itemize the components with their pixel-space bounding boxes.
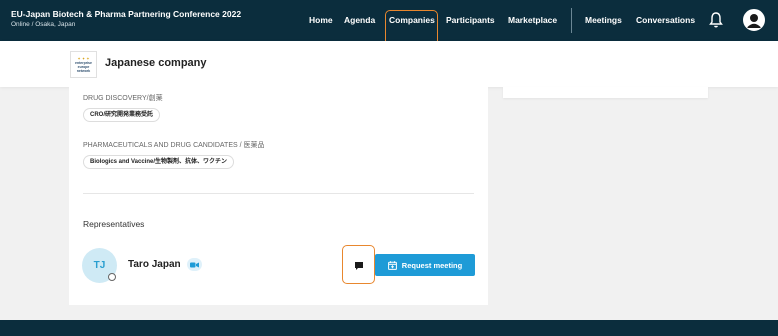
- nav-participants[interactable]: Participants: [446, 15, 495, 25]
- event-location: Online / Osaka, Japan: [11, 21, 76, 28]
- category-tag: Biologics and Vaccine/生物製剤、抗体、ワクチン: [83, 155, 235, 169]
- logo-line-3: network: [76, 68, 91, 73]
- category-tag: CRO/研究開発業務受託: [83, 108, 161, 122]
- representative-name[interactable]: Taro Japan: [128, 259, 181, 270]
- page-footer: [0, 320, 778, 336]
- nav-divider: [571, 8, 572, 33]
- event-title: EU-Japan Biotech & Pharma Partnering Con…: [11, 9, 242, 19]
- nav-home[interactable]: Home: [309, 15, 333, 25]
- request-meeting-button[interactable]: Request meeting: [375, 254, 475, 276]
- user-avatar-icon[interactable]: [743, 9, 765, 31]
- online-status-icon: [108, 273, 116, 281]
- section-divider: [83, 193, 474, 194]
- side-panel: [503, 87, 708, 98]
- representative-initials: TJ: [93, 260, 106, 271]
- nav-agenda[interactable]: Agenda: [344, 15, 375, 25]
- calendar-plus-icon: [387, 260, 397, 270]
- nav-conversations[interactable]: Conversations: [636, 15, 695, 25]
- representatives-title: Representatives: [83, 219, 145, 229]
- event-brand[interactable]: EU-Japan Biotech & Pharma Partnering Con…: [11, 9, 241, 30]
- chat-highlight-box: [342, 245, 375, 284]
- request-meeting-label: Request meeting: [401, 260, 463, 270]
- nav-meetings[interactable]: Meetings: [585, 15, 622, 25]
- company-name: Japanese company: [105, 57, 207, 69]
- category-label: PHARMACEUTICALS AND DRUG CANDIDATES / 医薬…: [83, 142, 265, 149]
- company-logo: ✦ ✦ ✦ enterprise europe network: [70, 51, 97, 78]
- category-label: DRUG DISCOVERY/創薬: [83, 95, 163, 102]
- bell-icon[interactable]: [708, 11, 724, 29]
- nav-marketplace[interactable]: Marketplace: [508, 15, 557, 25]
- video-camera-icon: [187, 258, 202, 271]
